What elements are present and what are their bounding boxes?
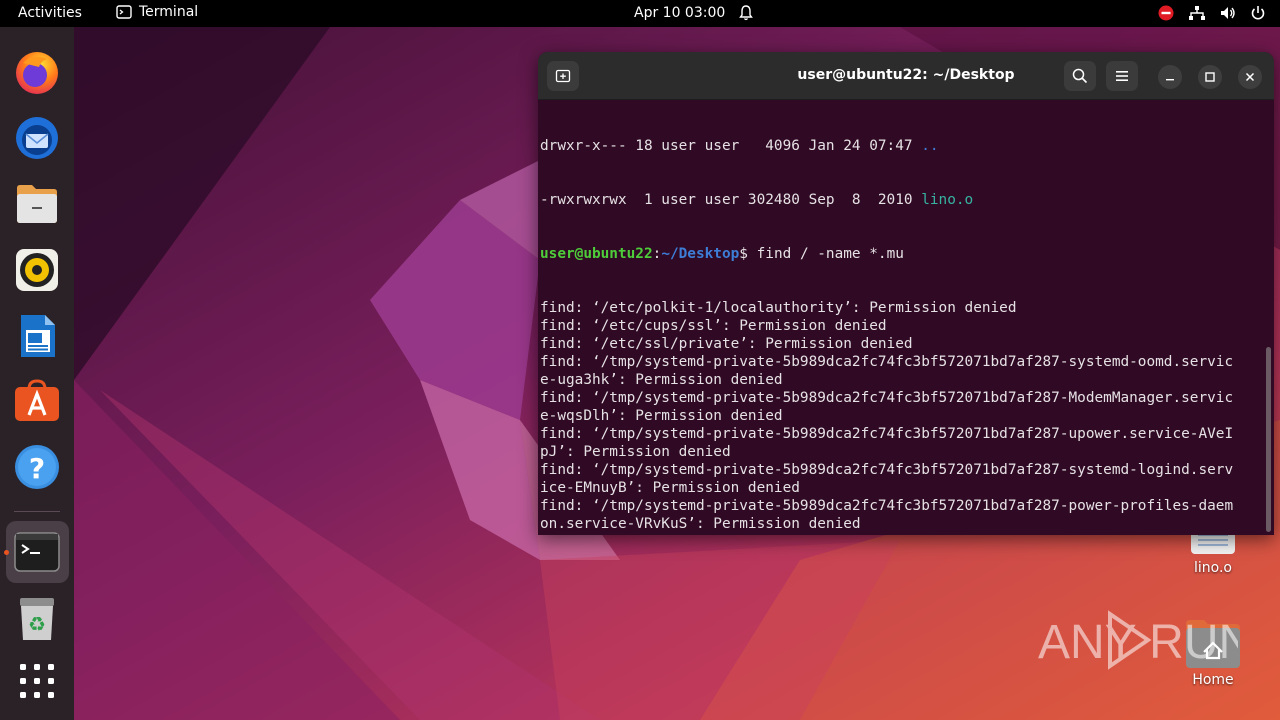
prompt-user: user@ubuntu22: [540, 246, 653, 262]
prompt-command: $ find / -name *.mu: [739, 246, 904, 262]
terminal-scrollbar[interactable]: [1266, 347, 1271, 532]
ls-entry: -rwxrwxrwx 1 user user 302480 Sep 8 2010: [540, 192, 922, 208]
notification-bell-icon[interactable]: [739, 5, 753, 21]
ls-output-line: -rwxrwxrwx 1 user user 302480 Sep 8 2010…: [540, 191, 1262, 209]
help-icon[interactable]: ?: [13, 443, 61, 491]
terminal-output[interactable]: drwxr-x--- 18 user user 4096 Jan 24 07:4…: [540, 101, 1262, 531]
output-line: find: ‘/tmp/systemd-private-5b989dca2fc7…: [540, 498, 1234, 514]
output-line: find: ‘/tmp/systemd-private-5b989dca2fc7…: [540, 462, 1234, 478]
ls-entry-name: ..: [921, 138, 939, 154]
hamburger-icon: [1116, 71, 1128, 81]
output-line: find: ‘/etc/polkit-1/localauthority’: Pe…: [540, 300, 1017, 316]
clock[interactable]: Apr 10 03:00: [634, 5, 725, 21]
maximize-button[interactable]: [1198, 65, 1222, 89]
running-indicator: [4, 550, 9, 555]
trash-icon[interactable]: ♻: [13, 595, 61, 643]
rhythmbox-icon[interactable]: [13, 246, 61, 294]
ls-entry-name: lino.o: [921, 192, 974, 208]
minimize-button[interactable]: [1158, 65, 1182, 89]
app-center-icon[interactable]: [13, 377, 61, 425]
network-icon[interactable]: [1188, 5, 1206, 21]
watermark-text-any: ANY RUN: [1038, 616, 1238, 669]
close-icon: [1245, 72, 1255, 82]
files-icon[interactable]: [13, 180, 61, 228]
output-line: pJ’: Permission denied: [540, 444, 731, 460]
output-line: find: ‘/tmp/systemd-private-5b989dca2fc7…: [540, 390, 1234, 406]
output-line: on.service-VRvKuS’: Permission denied: [540, 516, 861, 531]
terminal-header-bar[interactable]: user@ubuntu22: ~/Desktop: [538, 52, 1274, 100]
anyrun-watermark: ANY RUN: [1038, 608, 1253, 676]
volume-icon[interactable]: [1220, 5, 1236, 21]
prompt-path: ~/Desktop: [661, 246, 740, 262]
system-tray[interactable]: [1158, 5, 1266, 21]
svg-text:?: ?: [29, 452, 45, 485]
menu-button[interactable]: [1106, 61, 1138, 91]
prompt-separator: :: [652, 246, 662, 262]
firefox-icon[interactable]: [13, 49, 61, 97]
desktop-file-label: lino.o: [1194, 560, 1232, 576]
do-not-disturb-icon[interactable]: [1158, 5, 1174, 21]
output-line: find: ‘/etc/ssl/private’: Permission den…: [540, 336, 913, 352]
terminal-window[interactable]: user@ubuntu22: ~/Desktop drwxr-x--- 18 u…: [538, 52, 1274, 535]
svg-text:♻: ♻: [28, 612, 46, 636]
ls-entry: drwxr-x--- 18 user user 4096 Jan 24 07:4…: [540, 138, 922, 154]
search-icon: [1072, 68, 1088, 84]
find-output: find: ‘/etc/polkit-1/localauthority’: Pe…: [540, 299, 1262, 531]
terminal-icon[interactable]: [13, 528, 61, 576]
dock-separator: [14, 511, 60, 512]
show-apps-icon[interactable]: [13, 657, 61, 705]
output-line: e-wqsDlh’: Permission denied: [540, 408, 783, 424]
top-bar: Activities Terminal Apr 10 03:00: [0, 0, 1280, 27]
libreoffice-writer-icon[interactable]: [13, 312, 61, 360]
dock: ? ♻: [0, 27, 74, 720]
power-icon[interactable]: [1250, 5, 1266, 21]
terminal-small-icon: [116, 5, 132, 19]
command-prompt-line: user@ubuntu22:~/Desktop$ find / -name *.…: [540, 245, 1262, 263]
output-line: find: ‘/etc/cups/ssl’: Permission denied: [540, 318, 887, 334]
maximize-icon: [1205, 72, 1215, 82]
output-line: find: ‘/tmp/systemd-private-5b989dca2fc7…: [540, 426, 1234, 442]
minimize-icon: [1166, 79, 1174, 81]
output-line: ice-EMnuyB’: Permission denied: [540, 480, 800, 496]
close-button[interactable]: [1238, 65, 1262, 89]
search-button[interactable]: [1064, 61, 1096, 91]
thunderbird-icon[interactable]: [13, 114, 61, 162]
ls-output-line: drwxr-x--- 18 user user 4096 Jan 24 07:4…: [540, 137, 1262, 155]
activities-button[interactable]: Activities: [18, 5, 82, 21]
output-line: find: ‘/tmp/systemd-private-5b989dca2fc7…: [540, 354, 1234, 370]
app-menu-label: Terminal: [139, 4, 199, 20]
output-line: e-uga3hk’: Permission denied: [540, 372, 783, 388]
app-menu[interactable]: Terminal: [116, 4, 198, 20]
